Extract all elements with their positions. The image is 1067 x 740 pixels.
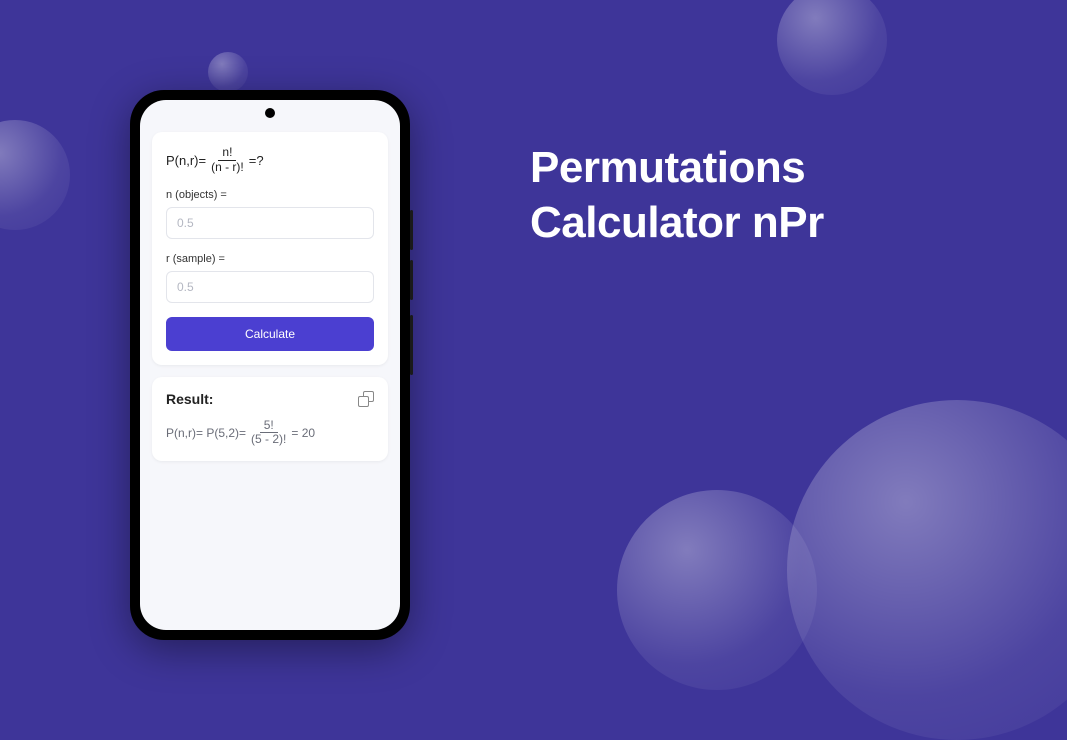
phone-side-button (410, 315, 413, 375)
decorative-sphere (787, 400, 1067, 740)
input-card: P(n,r)= n! (n - r)! =? n (objects) = r (… (152, 132, 388, 365)
copy-icon[interactable] (358, 391, 374, 407)
result-heading: Result: (166, 391, 213, 407)
formula-lhs: P(n,r)= (166, 153, 206, 168)
phone-side-button (410, 210, 413, 250)
formula-tail: =? (249, 153, 264, 168)
result-fraction: 5! (5 - 2)! (249, 419, 288, 448)
decorative-sphere (617, 490, 817, 690)
result-prefix: P(n,r)= P(5,2)= (166, 426, 246, 440)
formula-denominator: (n - r)! (209, 161, 246, 175)
result-expression: P(n,r)= P(5,2)= 5! (5 - 2)! = 20 (166, 419, 374, 448)
decorative-sphere (0, 120, 70, 230)
hero-title-line: Calculator nPr (530, 198, 824, 247)
phone-frame: P(n,r)= n! (n - r)! =? n (objects) = r (… (130, 90, 410, 640)
hero-title-line: Permutations (530, 143, 805, 192)
formula-fraction: n! (n - r)! (209, 146, 246, 175)
calculate-button[interactable]: Calculate (166, 317, 374, 351)
phone-screen: P(n,r)= n! (n - r)! =? n (objects) = r (… (140, 100, 400, 630)
phone-side-button (410, 260, 413, 300)
r-input[interactable] (166, 271, 374, 303)
n-label: n (objects) = (166, 189, 374, 201)
decorative-sphere (208, 52, 248, 92)
result-value: = 20 (291, 426, 315, 440)
camera-dot (265, 108, 275, 118)
formula-display: P(n,r)= n! (n - r)! =? (166, 146, 374, 175)
result-card: Result: P(n,r)= P(5,2)= 5! (5 - 2)! = 20 (152, 377, 388, 462)
decorative-sphere (777, 0, 887, 95)
result-numerator: 5! (260, 419, 278, 434)
r-label: r (sample) = (166, 253, 374, 265)
result-denominator: (5 - 2)! (249, 433, 288, 447)
n-input[interactable] (166, 207, 374, 239)
formula-numerator: n! (218, 146, 236, 161)
hero-title: Permutations Calculator nPr (530, 140, 824, 250)
